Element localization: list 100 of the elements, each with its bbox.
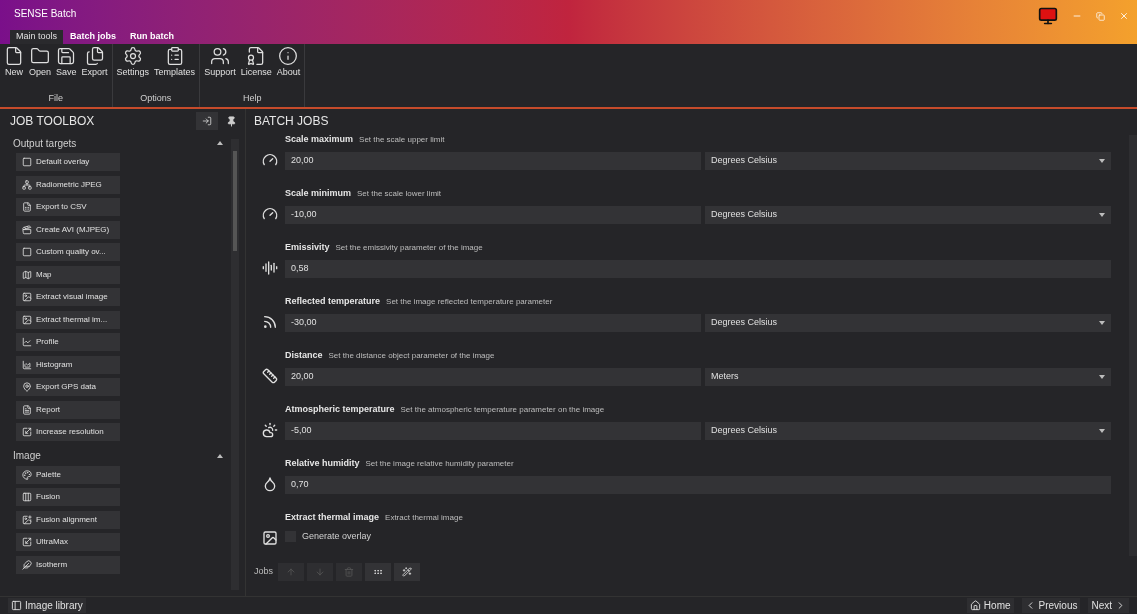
toolbox-item[interactable]: Map — [16, 265, 120, 284]
file-icon — [4, 46, 24, 66]
caret-icon — [1099, 159, 1105, 163]
map-pin-icon — [22, 382, 32, 392]
toolbox-item[interactable]: Radiometric JPEG — [16, 175, 120, 194]
dots-icon — [373, 567, 383, 577]
ribbon-tab[interactable]: Batch jobs — [63, 30, 124, 44]
job-description: Extract thermal image — [385, 512, 463, 524]
nav-button[interactable]: Home — [966, 598, 1014, 613]
toolbar-button[interactable] — [365, 563, 391, 581]
group-label: File — [48, 91, 64, 105]
value-field[interactable]: 0,70 — [285, 476, 1111, 494]
toolbox-item[interactable]: Palette — [16, 465, 120, 484]
ribbon-button[interactable]: Export — [79, 46, 110, 80]
ribbon-button[interactable]: Open — [27, 46, 54, 80]
job-description: Set the scale upper limit — [359, 134, 445, 146]
square-icon — [22, 157, 32, 167]
nav-button[interactable]: Next — [1088, 598, 1129, 613]
scrollbar[interactable] — [231, 139, 239, 590]
job-description: Set the image reflected temperature parameter — [386, 296, 553, 308]
document-icon — [22, 404, 32, 415]
toolbox-item[interactable]: Extract visual image — [16, 288, 120, 306]
unit-dropdown[interactable]: Degrees Celsius — [705, 206, 1111, 224]
value-field[interactable]: -10,00 — [285, 206, 701, 224]
ribbon-tab[interactable]: Run batch — [123, 30, 182, 44]
checkbox-label: Generate overlay — [302, 530, 372, 543]
toolbox-item[interactable]: UltraMax — [16, 533, 120, 551]
home-icon — [969, 600, 981, 611]
resize-icon — [22, 537, 32, 547]
unit-dropdown[interactable]: Degrees Celsius — [705, 314, 1111, 332]
toolbox-item[interactable]: Custom quality ov... — [16, 243, 120, 261]
unit-dropdown[interactable]: Meters — [705, 368, 1111, 386]
ribbon-button[interactable]: License — [238, 46, 274, 80]
job-description: Set the atmospheric temperature parameter on the image — [400, 404, 605, 416]
toolbox-item[interactable]: Export to CSV — [16, 198, 120, 216]
job-title: Distance — [285, 349, 323, 362]
image-library-button[interactable]: Image library — [8, 598, 86, 613]
caret-icon — [1099, 429, 1105, 433]
job-title: Scale maximum — [285, 133, 354, 146]
toolbox-item[interactable]: Create AVI (MJPEG) — [16, 220, 120, 239]
job-title: Emissivity — [285, 241, 330, 254]
arrow-up-icon — [286, 567, 296, 577]
restore-icon[interactable] — [1096, 11, 1105, 21]
toolbox-item[interactable]: Isotherm — [16, 555, 120, 574]
section-title: Image — [12, 449, 41, 463]
ribbon-button[interactable]: Save — [54, 46, 79, 80]
close-icon[interactable] — [1119, 11, 1129, 21]
image-icon — [22, 292, 32, 302]
image-icon — [22, 314, 32, 325]
toolbox-item[interactable]: Profile — [16, 333, 120, 351]
toolbox-item[interactable]: Default overlay — [16, 153, 120, 171]
toolbox-item[interactable]: Extract thermal im... — [16, 310, 120, 329]
nodes-icon — [22, 179, 32, 190]
value-field[interactable]: 20,00 — [285, 152, 701, 170]
info-icon — [278, 46, 299, 66]
image-icon — [22, 514, 32, 525]
ruler-icon — [261, 368, 278, 384]
cloud-sun-icon — [261, 422, 278, 438]
panel-title: JOB TOOLBOX — [10, 113, 95, 130]
value-field[interactable]: 0,58 — [285, 260, 1111, 278]
group-label: Options — [140, 91, 172, 105]
toolbox-item[interactable]: Histogram — [16, 355, 120, 374]
ribbon-button[interactable]: Support — [202, 46, 238, 80]
waves-icon — [261, 314, 278, 330]
value-field[interactable]: -5,00 — [285, 422, 701, 440]
toolbox-item[interactable]: Export GPS data — [16, 378, 120, 396]
toolbox-item[interactable]: Increase resolution — [16, 423, 120, 441]
job-description: Set the image relative humidity parameter — [365, 458, 514, 470]
settings-icon — [122, 46, 143, 66]
monitor-icon[interactable] — [1038, 6, 1058, 26]
dock-button[interactable] — [196, 112, 218, 130]
group-label: Help — [242, 91, 262, 105]
feather-icon — [22, 559, 32, 570]
unit-dropdown[interactable]: Degrees Celsius — [705, 422, 1111, 440]
spreadsheet-icon — [22, 202, 32, 212]
dock-icon — [202, 116, 212, 126]
value-field[interactable]: 20,00 — [285, 368, 701, 386]
area-chart-icon — [22, 359, 32, 370]
clapperboard-icon — [22, 224, 32, 235]
map-icon — [22, 269, 32, 280]
toolbar-button[interactable] — [394, 563, 420, 581]
ribbon-button[interactable]: New — [2, 46, 26, 80]
toolbox-item[interactable]: Fusion — [16, 488, 120, 506]
toolbox-item[interactable]: Fusion alignment — [16, 510, 120, 529]
ribbon-tab[interactable]: Main tools — [10, 30, 64, 44]
toolbar-label: Jobs — [254, 565, 273, 579]
caret-icon — [1099, 375, 1105, 379]
ribbon-button[interactable]: About — [274, 46, 303, 80]
gauge-icon — [261, 152, 278, 168]
square-icon — [22, 247, 32, 257]
ribbon-button[interactable]: Settings — [114, 46, 152, 80]
toolbox-item[interactable]: Report — [16, 400, 120, 419]
pin-icon[interactable] — [226, 115, 237, 127]
value-field[interactable]: -30,00 — [285, 314, 701, 332]
image-icon — [261, 530, 278, 546]
job-title: Extract thermal image — [285, 511, 380, 524]
unit-dropdown[interactable]: Degrees Celsius — [705, 152, 1111, 170]
nav-button[interactable]: Previous — [1021, 598, 1081, 613]
ribbon-button[interactable]: Templates — [152, 46, 198, 80]
trash-icon — [344, 567, 354, 577]
